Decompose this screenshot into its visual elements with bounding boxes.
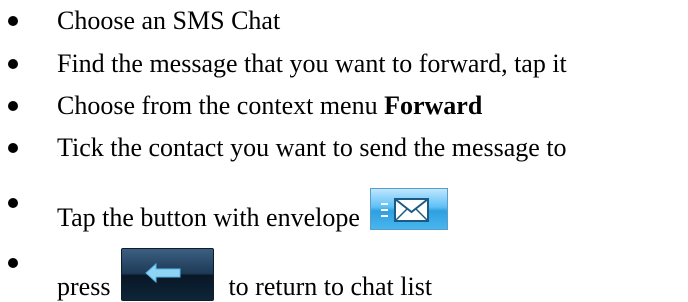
back-arrow-icon [145, 262, 181, 284]
item-text: Tick the contact you want to send the me… [57, 133, 567, 162]
bullet [8, 101, 18, 111]
envelope-icon [381, 198, 430, 222]
instruction-list: Choose an SMS Chat Find the message that… [0, 0, 688, 301]
envelope-button [370, 188, 449, 230]
bullet [8, 258, 18, 268]
bullet [8, 198, 18, 208]
forward-label: Forward [384, 91, 483, 120]
bullet [8, 59, 18, 69]
item-text: Find the message that you want to forwar… [57, 49, 567, 78]
item-text-after: to return to chat list [228, 272, 433, 301]
bullet [8, 16, 18, 26]
item-text: Tap the button with envelope [57, 203, 360, 232]
item-text: Choose from the context menu [57, 91, 385, 120]
item-text-container: Tap the button with envelope [57, 188, 449, 233]
item-text: press [57, 272, 111, 301]
item-text: Choose an SMS Chat [57, 6, 281, 35]
item-text-container: press to return to chat list [57, 248, 432, 302]
back-button [120, 248, 214, 301]
item-text-container: Choose from the context menu Forward [57, 91, 482, 121]
bullet [8, 143, 18, 153]
